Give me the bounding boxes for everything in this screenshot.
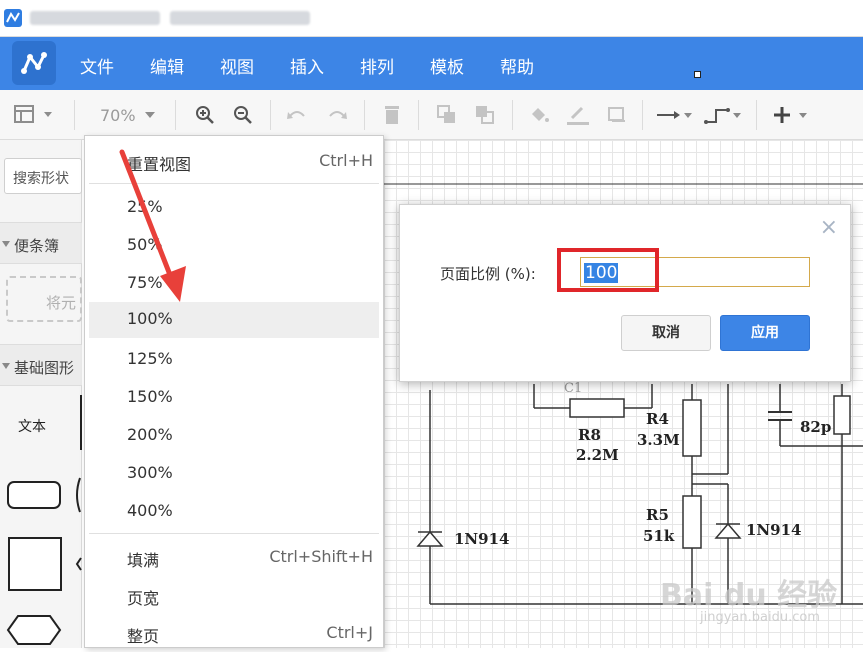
shape-search-input[interactable]: 搜索形状 — [4, 158, 82, 194]
to-front-icon[interactable] — [436, 104, 458, 126]
label-r4: R4 — [646, 410, 669, 428]
menu-item-zoom-100[interactable]: 100% — [89, 302, 379, 338]
shadow-icon[interactable] — [606, 104, 628, 126]
menu-item-fit-window[interactable]: 填满 Ctrl+Shift+H — [89, 540, 379, 576]
menu-item-whole-page[interactable]: 整页 Ctrl+J — [89, 616, 379, 652]
menu-item-zoom-400[interactable]: 400% — [89, 494, 379, 530]
watermark-url: jingyan.baidu.com — [700, 610, 820, 625]
app-icon — [4, 9, 22, 27]
undo-icon[interactable] — [286, 104, 308, 126]
connection-arrow-icon[interactable] — [656, 104, 694, 126]
page-scale-dialog: × 页面比例 (%): 100 取消 应用 — [399, 204, 851, 382]
watermark-logo: Bai du 经验 — [660, 578, 838, 613]
shortcut-label: Ctrl+J — [326, 623, 373, 642]
menu-edit[interactable]: 编辑 — [150, 53, 184, 78]
zoom-in-icon[interactable] — [194, 104, 216, 126]
to-back-icon[interactable] — [474, 104, 496, 126]
window-title-blurred-2 — [170, 11, 310, 25]
collapse-triangle-icon — [2, 363, 10, 369]
label-r8: R8 — [578, 426, 601, 444]
menu-arrange[interactable]: 排列 — [360, 53, 394, 78]
menu-insert[interactable]: 插入 — [290, 53, 324, 78]
label-capacitor: 82p — [800, 418, 831, 436]
app-logo[interactable] — [12, 41, 56, 85]
close-icon[interactable]: × — [820, 217, 838, 239]
panel-layout-icon[interactable] — [14, 104, 54, 126]
basic-shapes-palette[interactable] — [0, 390, 82, 648]
menu-view[interactable]: 视图 — [220, 53, 254, 78]
apply-button[interactable]: 应用 — [720, 315, 810, 351]
label-r8-value: 2.2M — [576, 446, 619, 464]
section-scratchpad[interactable]: 便条簿 — [0, 222, 82, 264]
zoom-out-icon[interactable] — [232, 104, 254, 126]
menu-item-page-width[interactable]: 页宽 — [89, 578, 379, 614]
menu-item-zoom-75[interactable]: 75% — [89, 266, 379, 302]
label-c1: C1 — [564, 381, 582, 396]
zoom-dropdown-arrow-icon[interactable] — [144, 104, 156, 126]
redo-icon[interactable] — [326, 104, 348, 126]
label-r5-value: 51k — [643, 527, 675, 545]
zoom-menu: 重置视图 Ctrl+H 25% 50% 75% 100% 125% 150% 2… — [84, 135, 384, 648]
section-basic-shapes[interactable]: 基础图形 — [0, 344, 82, 386]
shortcut-label: Ctrl+Shift+H — [269, 547, 373, 566]
menu-help[interactable]: 帮助 — [500, 53, 534, 78]
menu-template[interactable]: 模板 — [430, 53, 464, 78]
label-diode-2: 1N914 — [746, 521, 801, 539]
menu-item-zoom-125[interactable]: 125% — [89, 342, 379, 378]
insert-plus-icon[interactable] — [772, 104, 812, 126]
selection-handle — [694, 71, 701, 78]
zoom-level[interactable]: 70% — [100, 106, 136, 125]
menu-item-reset-view[interactable]: 重置视图 Ctrl+H — [89, 144, 379, 180]
menu-item-zoom-300[interactable]: 300% — [89, 456, 379, 492]
menu-item-zoom-50[interactable]: 50% — [89, 228, 379, 264]
shape-sidebar: 搜索形状 便条簿 将元 基础图形 文本 — [0, 140, 82, 648]
menu-bar: 文件 编辑 视图 插入 排列 模板 帮助 — [0, 37, 863, 90]
label-diode-1: 1N914 — [454, 530, 509, 548]
shortcut-label: Ctrl+H — [319, 151, 373, 170]
annotation-highlight-box — [557, 248, 659, 292]
menu-item-zoom-200[interactable]: 200% — [89, 418, 379, 454]
menu-item-zoom-150[interactable]: 150% — [89, 380, 379, 416]
label-r5: R5 — [646, 506, 669, 524]
page-scale-label: 页面比例 (%): — [440, 265, 536, 283]
collapse-triangle-icon — [2, 241, 10, 247]
fill-color-icon[interactable] — [528, 104, 550, 126]
label-r4-value: 3.3M — [637, 431, 680, 449]
delete-icon[interactable] — [382, 104, 402, 126]
waypoints-icon[interactable] — [704, 104, 744, 126]
menu-file[interactable]: 文件 — [80, 53, 114, 78]
title-bar — [0, 0, 863, 37]
toolbar: 70% — [0, 90, 863, 140]
window-title-blurred — [30, 11, 160, 25]
scratchpad-drop-area[interactable]: 将元 — [6, 276, 82, 322]
cancel-button[interactable]: 取消 — [621, 315, 711, 351]
menu-item-zoom-25[interactable]: 25% — [89, 190, 379, 226]
line-color-icon[interactable] — [566, 104, 590, 126]
